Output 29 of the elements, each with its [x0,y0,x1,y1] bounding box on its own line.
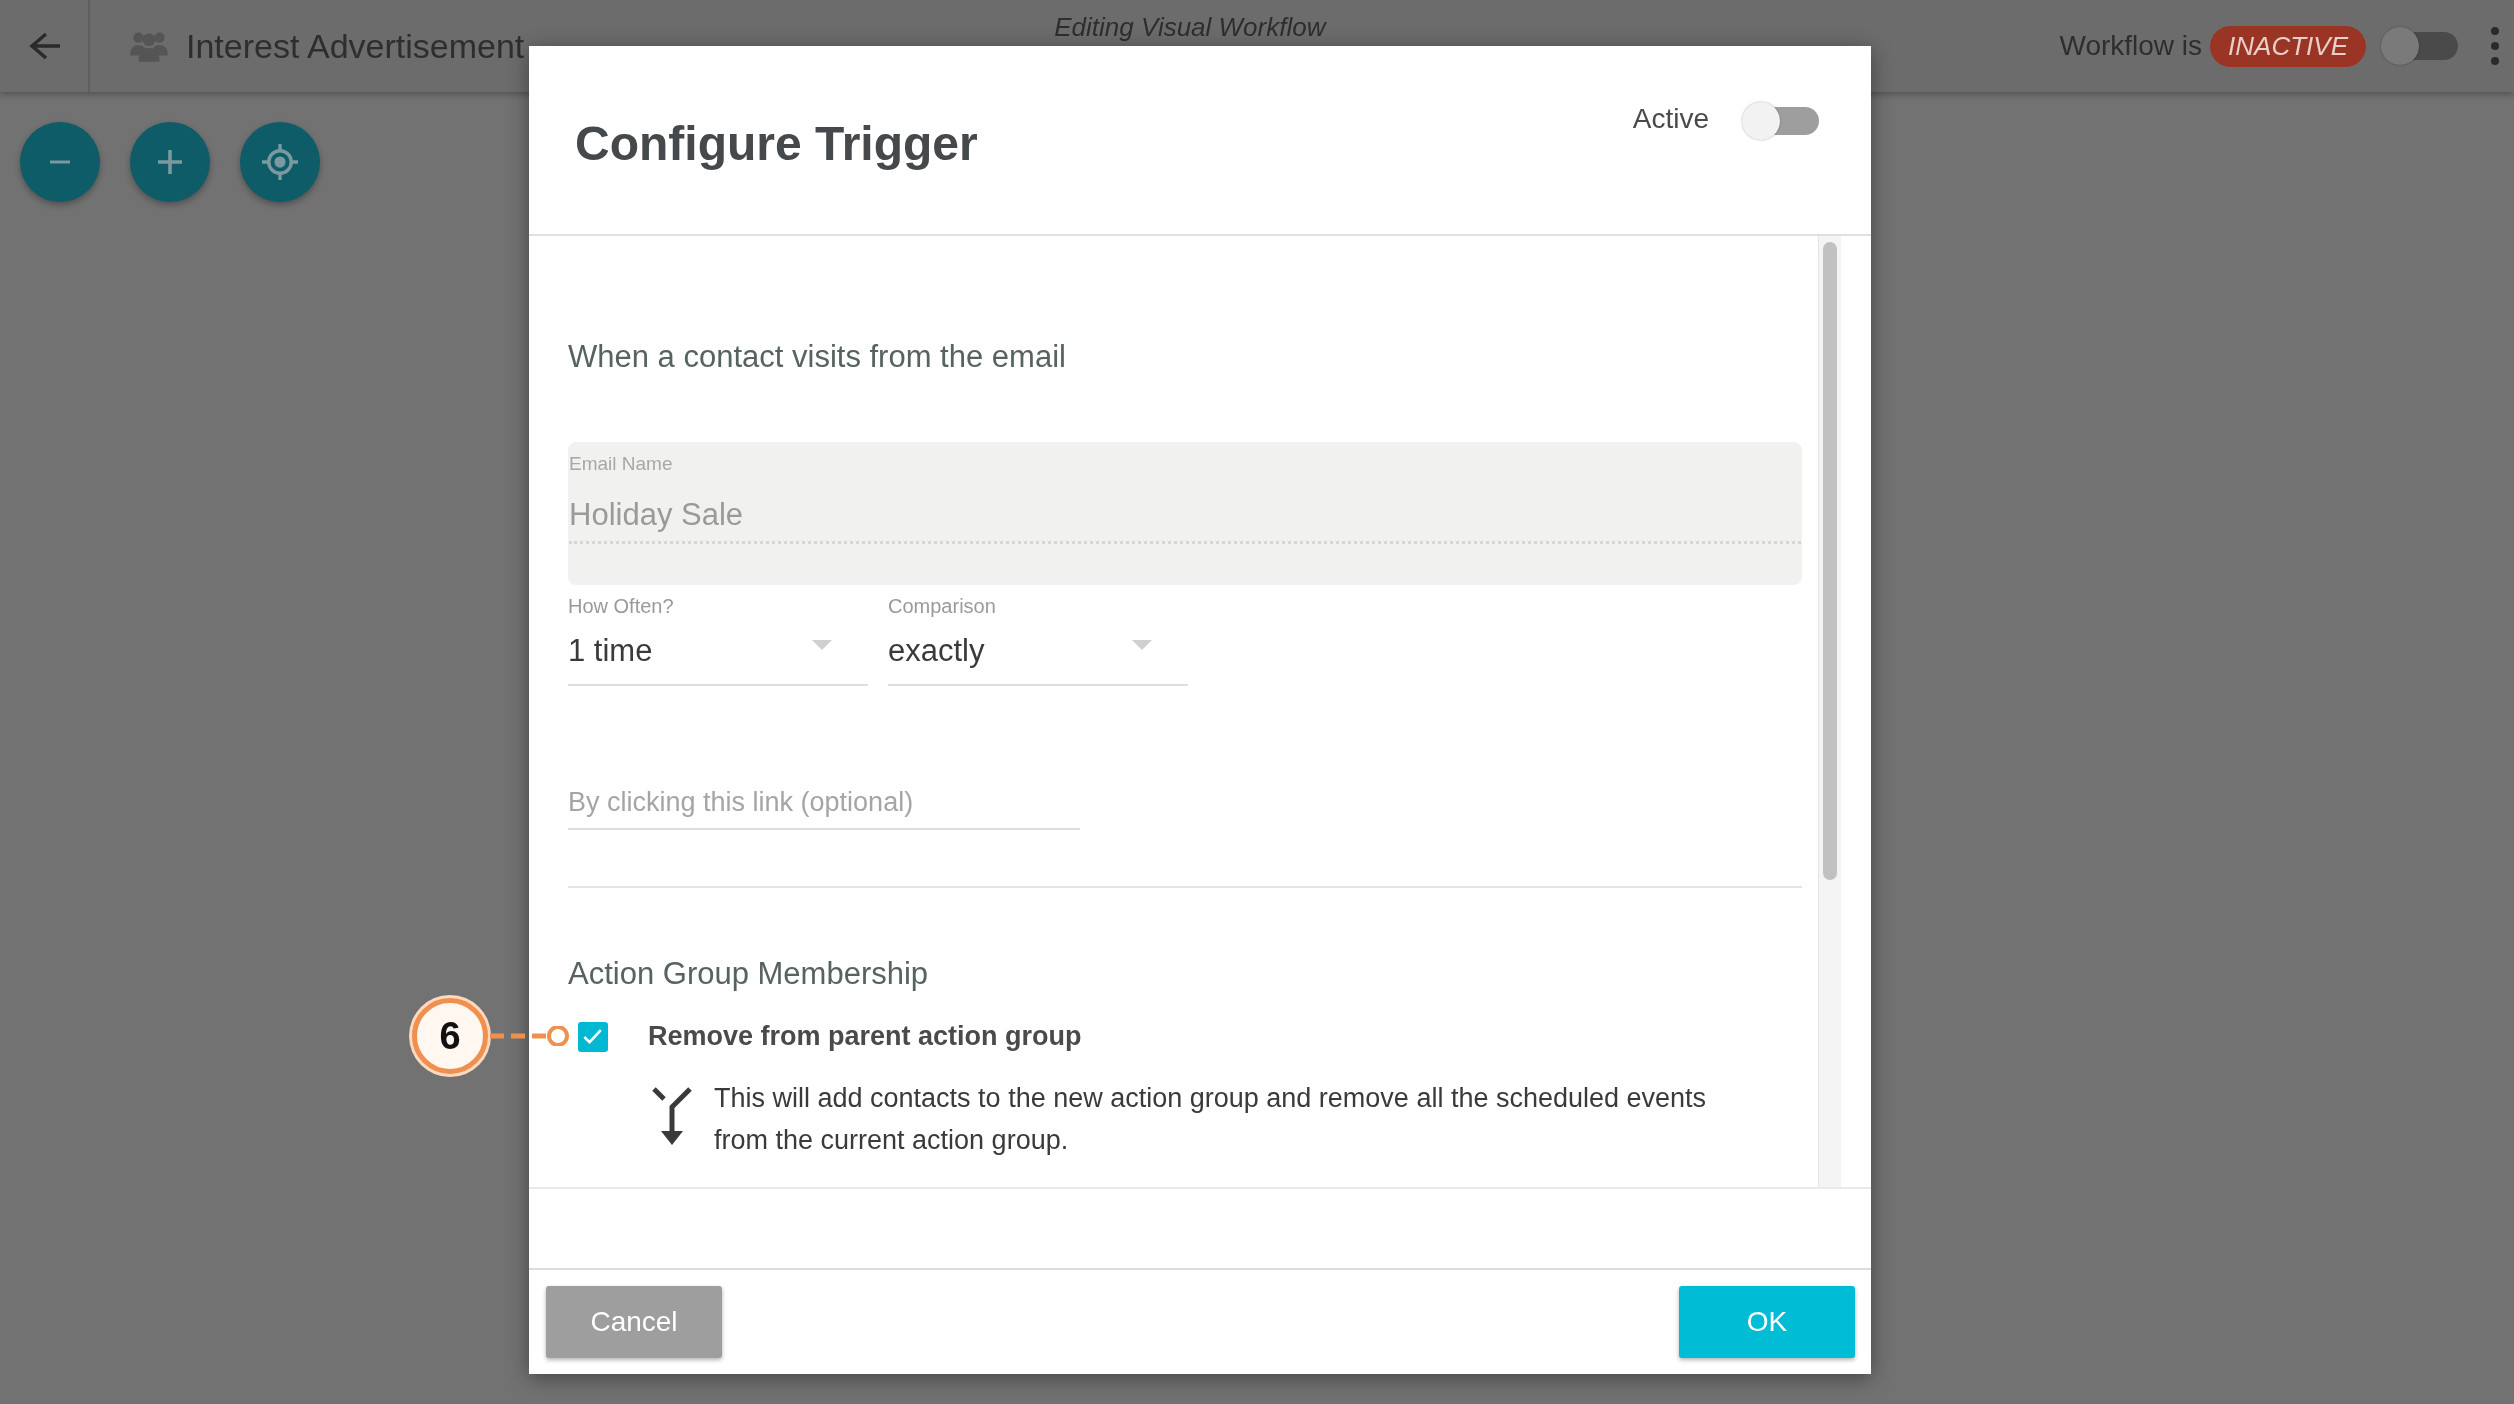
recenter-button[interactable] [240,122,320,202]
description-text: This will add contacts to the new action group and remove all the scheduled events from the current action group. [714,1082,1708,1157]
field-label: Comparison [888,595,997,618]
dropdown[interactable]: 1 time [568,618,868,686]
zoom-out-button[interactable] [20,122,100,202]
dropdown[interactable]: exactly [888,618,1188,686]
scrollbar-thumb[interactable] [1823,242,1837,880]
section-title: When a contact visits from the email [568,338,1067,376]
checkbox-label: Remove from parent action group [648,1021,1082,1052]
caret-icon [812,640,832,650]
section-title: Action Group Membership [568,955,930,993]
dialog-title: Configure Trigger [575,116,978,172]
status-label: Workflow is [2059,30,2203,62]
workflow-title: Interest Advertisement [186,26,525,66]
zoom-out-icon [50,160,70,164]
zoom-in-icon [158,150,182,174]
status-badge: INACTIVE [2210,25,2366,67]
merge-arrow-icon [652,1087,692,1145]
callout-badge: 6 [412,998,488,1074]
checkbox[interactable] [578,1021,608,1052]
caret-icon [1132,640,1152,650]
more-menu-icon[interactable] [2490,26,2500,66]
editor-subtitle: Editing Visual Workflow [1054,12,1326,42]
field-label: How Often? [568,595,675,618]
target-icon [262,144,298,180]
cancel-button[interactable]: Cancel [546,1286,722,1358]
active-label: Active [1632,103,1709,135]
ok-button[interactable]: OK [1679,1286,1855,1358]
zoom-in-button[interactable] [130,122,210,202]
